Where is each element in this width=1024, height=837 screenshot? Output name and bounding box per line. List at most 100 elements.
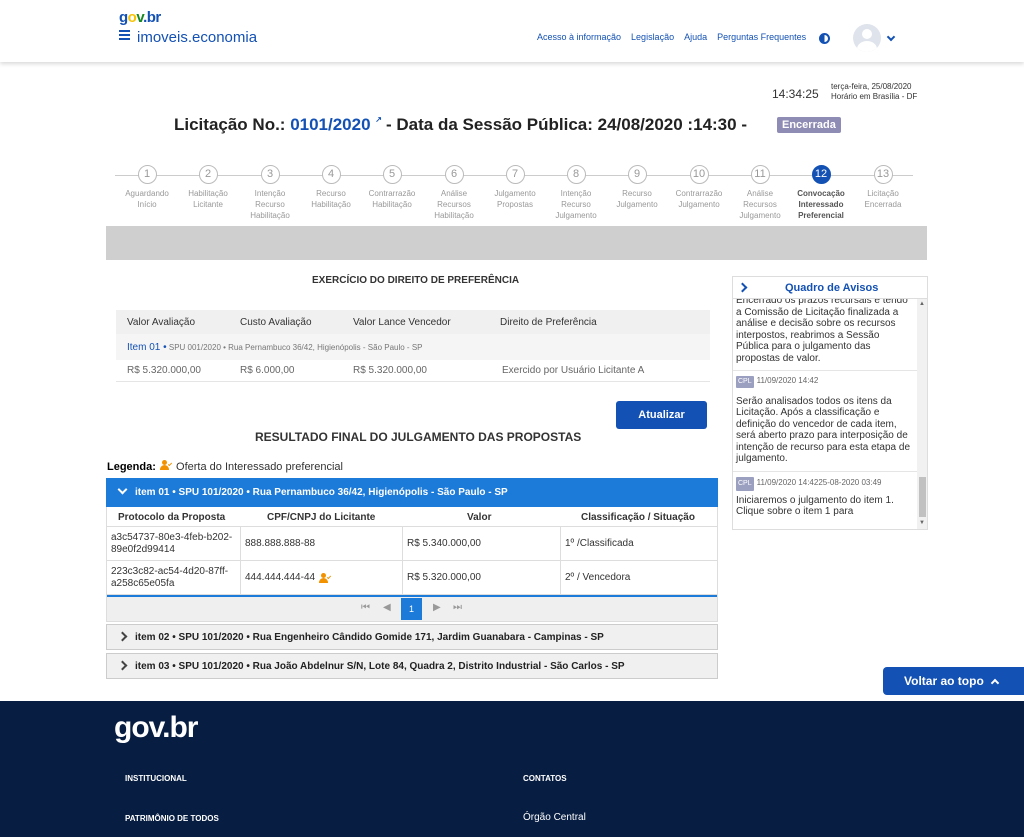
header-custo-avaliacao: Custo Avaliação <box>240 317 312 328</box>
step-label: Recurso Julgamento <box>616 189 658 209</box>
header-classificacao: Classificação / Situação <box>581 512 695 523</box>
notice-list[interactable]: Encerrado os prazos recursais e tendo a … <box>733 299 917 529</box>
table-row[interactable]: 223c3c82-ac54-4d20-87ff-a258c65e05fa 444… <box>107 561 717 595</box>
scroll-down-icon[interactable]: ▼ <box>919 520 925 526</box>
hamburger-menu-icon[interactable] <box>119 30 130 40</box>
user-avatar[interactable] <box>853 24 881 52</box>
header-protocolo: Protocolo da Proposta <box>118 512 226 523</box>
accordion-item-01-label: item 01 • SPU 101/2020 • Rua Pernambuco … <box>135 487 508 498</box>
clock-weekday-date: terça-feira, 25/08/2020 <box>831 82 912 91</box>
notice-board-title: Quadro de Avisos <box>785 282 879 294</box>
step-8: 8 Intenção Recurso Julgamento <box>545 165 607 221</box>
header-valor-avaliacao: Valor Avaliação <box>127 317 196 328</box>
update-button[interactable]: Atualizar <box>616 401 707 429</box>
link-acesso-informacao[interactable]: Acesso à informação <box>537 32 621 42</box>
cell-protocolo: 223c3c82-ac54-4d20-87ff-a258c65e05fa <box>107 561 241 595</box>
chevron-down-icon[interactable] <box>886 32 896 42</box>
step-label: Contrarrazão Julgamento <box>675 189 723 209</box>
prev-page-icon[interactable]: ◀ <box>383 602 391 613</box>
step-label: Aguardando Início <box>125 189 169 209</box>
clock-time: 14:34:25 <box>772 87 819 101</box>
step-number: 2 <box>198 165 218 184</box>
clock-date: terça-feira, 25/08/2020 Horário em Brasí… <box>831 82 917 102</box>
step-11: 11 Análise Recursos Julgamento <box>729 165 791 221</box>
cell-classificacao: 2º / Vencedora <box>565 572 631 583</box>
notice-board-header[interactable]: Quadro de Avisos <box>733 277 927 299</box>
notice-tag: CPL <box>736 476 754 491</box>
footer-contatos[interactable]: CONTATOS <box>523 774 567 783</box>
footer-patrimonio[interactable]: PATRIMÔNIO DE TODOS <box>125 814 219 823</box>
link-ajuda[interactable]: Ajuda <box>684 32 707 42</box>
back-to-top-button[interactable]: Voltar ao topo <box>883 667 1024 695</box>
chevron-down-icon <box>117 484 128 495</box>
preference-item-row: Item 01 • SPU 001/2020 • Rua Pernambuco … <box>116 334 710 360</box>
preference-item-address: SPU 001/2020 • Rua Pernambuco 36/42, Hig… <box>166 343 423 352</box>
notice-text: Serão analisados todos os itens da Licit… <box>736 395 911 465</box>
step-number: 10 <box>689 165 709 184</box>
notice-date: 11/09/2020 14:42 <box>756 376 819 385</box>
gray-band <box>106 226 927 260</box>
govbr-logo[interactable]: gov.br <box>119 9 161 26</box>
first-page-icon[interactable]: ⏮ <box>361 602 370 613</box>
step-number: 12 <box>811 165 831 184</box>
cell-classificacao: 1º /Classificada <box>565 538 634 549</box>
session-label: - Data da Sessão Pública: 24/08/2020 : <box>386 115 694 134</box>
back-to-top-label: Voltar ao topo <box>904 674 984 688</box>
site-title[interactable]: imoveis.economia <box>137 29 257 46</box>
chevron-up-icon <box>990 678 1000 688</box>
step-number: 4 <box>321 165 341 184</box>
link-perguntas-frequentes[interactable]: Perguntas Frequentes <box>717 32 806 42</box>
step-label: Contrarrazão Habilitação <box>368 189 416 209</box>
last-page-icon[interactable]: ⏭ <box>453 602 462 613</box>
step-number: 11 <box>750 165 770 184</box>
link-legislacao[interactable]: Legislação <box>631 32 674 42</box>
notice-scroll-thumb[interactable] <box>919 477 926 517</box>
step-number: 7 <box>505 165 525 184</box>
step-number: 1 <box>137 165 157 184</box>
chevron-right-icon <box>117 631 128 642</box>
chevron-right-icon[interactable] <box>737 282 748 293</box>
accordion-item-02[interactable]: item 02 • SPU 101/2020 • Rua Engenheiro … <box>106 624 718 650</box>
step-1: 1 Aguardando Início <box>116 165 178 210</box>
header: gov.br imoveis.economia Acesso à informa… <box>0 0 1024 62</box>
title-dash: - <box>736 115 747 134</box>
footer-institucional[interactable]: INSTITUCIONAL <box>125 774 187 783</box>
page-1-button[interactable]: 1 <box>401 598 422 620</box>
cell-cpf: 444.444.444-44 <box>241 561 403 595</box>
external-link-icon[interactable]: ↗ <box>375 115 382 124</box>
preference-table-header: Valor Avaliação Custo Avaliação Valor La… <box>116 310 710 334</box>
step-3: 3 Intenção Recurso Habilitação <box>239 165 301 221</box>
accordion-item-03[interactable]: item 03 • SPU 101/2020 • Rua João Abdeln… <box>106 653 718 679</box>
header-cpf-cnpj: CPF/CNPJ do Licitante <box>267 512 376 523</box>
preference-title: EXERCÍCIO DO DIREITO DE PREFERÊNCIA <box>312 275 520 286</box>
table-row[interactable]: a3c54737-80e3-4feb-b202-89e0f2d99414 888… <box>107 527 717 561</box>
page: gov.br imoveis.economia Acesso à informa… <box>0 0 1024 837</box>
notice-meta: CPL 11/09/2020 14:4225-08-2020 03:49 <box>733 476 917 491</box>
accordion-item-02-label: item 02 • SPU 101/2020 • Rua Engenheiro … <box>135 632 604 643</box>
cell-protocolo: a3c54737-80e3-4feb-b202-89e0f2d99414 <box>107 527 241 561</box>
accordion-item-01[interactable]: item 01 • SPU 101/2020 • Rua Pernambuco … <box>106 478 718 507</box>
result-table: Protocolo da Proposta CPF/CNPJ do Licita… <box>106 507 718 622</box>
notice-board: Quadro de Avisos Encerrado os prazos rec… <box>732 276 928 530</box>
preference-item-label: Item 01 • <box>127 342 167 353</box>
step-6: 6 Análise Recursos Habilitação <box>423 165 485 221</box>
custo-avaliacao: R$ 6.000,00 <box>240 365 295 376</box>
legend-text: Oferta do Interessado preferencial <box>176 461 343 473</box>
step-9: 9 Recurso Julgamento <box>606 165 668 210</box>
notice-divider <box>733 470 917 472</box>
title-prefix: Licitação No.: <box>174 115 291 134</box>
header-direito-preferencia: Direito de Preferência <box>500 317 597 328</box>
notice-meta: CPL 11/09/2020 14:42 <box>733 375 917 388</box>
bid-number-link[interactable]: 0101/2020 <box>290 115 370 134</box>
footer-govbr-logo[interactable]: gov.br <box>114 711 198 745</box>
step-number: 8 <box>566 165 586 184</box>
preferred-bidder-icon <box>159 460 173 471</box>
step-label: Análise Recursos Julgamento <box>739 189 781 220</box>
scroll-up-icon[interactable]: ▲ <box>919 301 925 307</box>
contrast-icon[interactable] <box>819 33 830 44</box>
next-page-icon[interactable]: ▶ <box>433 602 441 613</box>
preference-values-row: R$ 5.320.000,00 R$ 6.000,00 R$ 5.320.000… <box>116 360 710 382</box>
step-label: Intenção Recurso Habilitação <box>250 189 290 220</box>
step-number: 6 <box>444 165 464 184</box>
footer-orgao-central[interactable]: Órgão Central <box>523 812 586 823</box>
